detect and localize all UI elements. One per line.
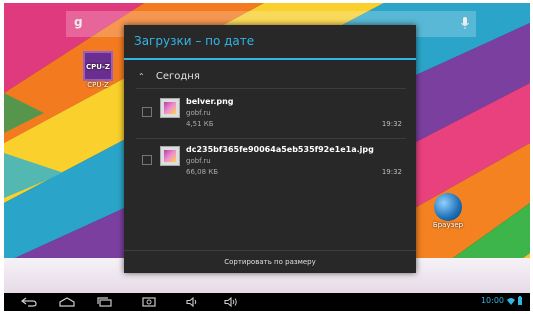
- item-divider: [136, 138, 406, 139]
- cpuz-app-shortcut[interactable]: CPU-Z CPU-Z: [78, 51, 118, 89]
- file-size: 4,51 КБ: [186, 120, 214, 128]
- group-header-label: Сегодня: [155, 71, 200, 82]
- item-checkbox[interactable]: [142, 107, 152, 117]
- file-name: belver.png: [186, 97, 234, 106]
- volume-down-icon: [186, 297, 197, 307]
- downloads-dialog: Загрузки – по дате ⌃ Сегодня belver.png …: [124, 25, 416, 273]
- cpuz-app-label: CPU-Z: [87, 81, 109, 89]
- back-icon: [21, 297, 37, 307]
- screenshot-button[interactable]: [138, 294, 160, 310]
- volume-down-button[interactable]: [182, 294, 204, 310]
- file-size: 66,08 КБ: [186, 168, 219, 176]
- microphone-icon[interactable]: [460, 16, 470, 30]
- download-item[interactable]: dc235bf365fe90064a5eb535f92e1e1a.jpg gob…: [142, 141, 406, 183]
- image-file-icon: [160, 98, 180, 118]
- tablet-screen: g CPU-Z CPU-Z Браузер Загрузки – по дате…: [4, 3, 530, 311]
- item-checkbox[interactable]: [142, 155, 152, 165]
- recent-apps-button[interactable]: [94, 294, 116, 310]
- globe-icon: [434, 193, 462, 221]
- wifi-battery-icons: [507, 296, 522, 305]
- dialog-title: Загрузки – по дате: [134, 34, 255, 48]
- chevron-up-icon: ⌃: [138, 72, 145, 81]
- system-navigation-bar: 10:00: [4, 293, 530, 311]
- cpuz-app-icon: CPU-Z: [83, 51, 113, 81]
- status-clock: 10:00: [480, 296, 504, 305]
- volume-up-button[interactable]: [220, 294, 242, 310]
- image-file-icon: [160, 146, 180, 166]
- browser-app-label: Браузер: [432, 221, 464, 229]
- download-item[interactable]: belver.png gobf.ru 4,51 КБ 19:32: [142, 93, 406, 135]
- volume-up-icon: [224, 297, 237, 307]
- home-button[interactable]: [56, 294, 78, 310]
- file-source: gobf.ru: [186, 109, 211, 117]
- home-icon: [59, 297, 75, 307]
- file-time: 19:32: [381, 168, 402, 176]
- recent-apps-icon: [97, 297, 112, 307]
- browser-app-shortcut[interactable]: Браузер: [422, 193, 474, 229]
- title-divider: [124, 58, 416, 60]
- group-header-today[interactable]: ⌃ Сегодня: [138, 71, 200, 82]
- sort-by-size-button[interactable]: Сортировать по размеру: [124, 251, 416, 273]
- file-name: dc235bf365fe90064a5eb535f92e1e1a.jpg: [186, 145, 374, 154]
- screenshot-icon: [142, 297, 156, 307]
- file-source: gobf.ru: [186, 157, 211, 165]
- group-divider: [136, 88, 406, 89]
- file-time: 19:32: [381, 120, 402, 128]
- google-logo: g: [74, 15, 83, 29]
- back-button[interactable]: [18, 294, 40, 310]
